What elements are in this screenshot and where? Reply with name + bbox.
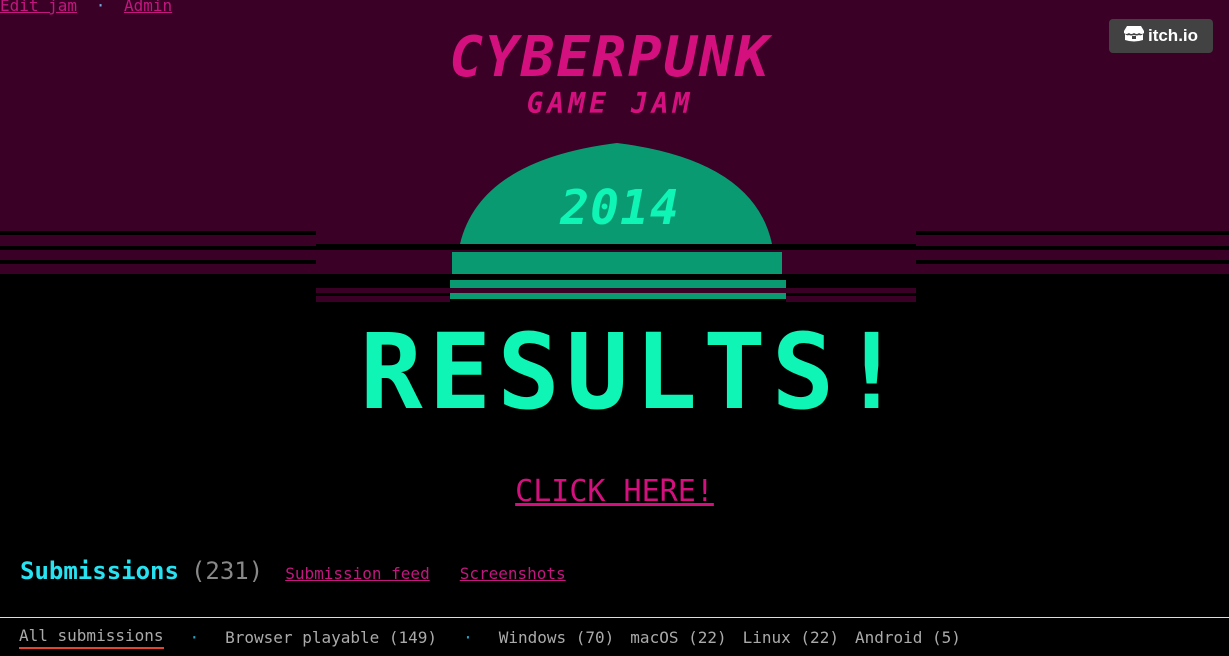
jam-year: 2014 xyxy=(560,180,680,236)
screenshots-link[interactable]: Screenshots xyxy=(460,564,566,583)
filter-all-submissions[interactable]: All submissions xyxy=(19,626,164,649)
results-link[interactable]: CLICK HERE! xyxy=(0,474,1229,509)
edit-jam-link[interactable]: Edit jam xyxy=(0,0,77,15)
filter-browser-playable[interactable]: Browser playable (149) xyxy=(225,628,437,647)
filter-linux[interactable]: Linux (22) xyxy=(743,628,839,647)
jam-logo-title: CYBERPUNK xyxy=(449,25,771,90)
admin-links: Edit jam · Admin xyxy=(0,0,172,15)
submissions-count: (231) xyxy=(190,557,264,585)
submissions-header: Submissions (231) Submission feed Screen… xyxy=(20,557,566,585)
divider xyxy=(0,617,1229,618)
itchio-label: itch.io xyxy=(1147,26,1199,45)
filter-separator: · xyxy=(189,628,200,647)
itchio-home-button[interactable]: itch.io xyxy=(1109,19,1213,53)
admin-links-separator: · xyxy=(95,0,106,15)
filter-separator: · xyxy=(463,628,473,647)
admin-link[interactable]: Admin xyxy=(124,0,172,15)
filter-android[interactable]: Android (5) xyxy=(855,628,961,647)
filter-macos[interactable]: macOS (22) xyxy=(630,628,726,647)
results-heading: RESULTS! xyxy=(360,311,909,433)
filter-windows[interactable]: Windows (70) xyxy=(499,628,615,647)
jam-logo-subtitle: GAME JAM xyxy=(526,87,694,120)
submissions-title: Submissions xyxy=(20,557,179,585)
platform-filters: All submissions · Browser playable (149)… xyxy=(19,626,961,649)
submission-feed-link[interactable]: Submission feed xyxy=(285,564,430,583)
itchio-logo-icon xyxy=(1123,25,1144,48)
